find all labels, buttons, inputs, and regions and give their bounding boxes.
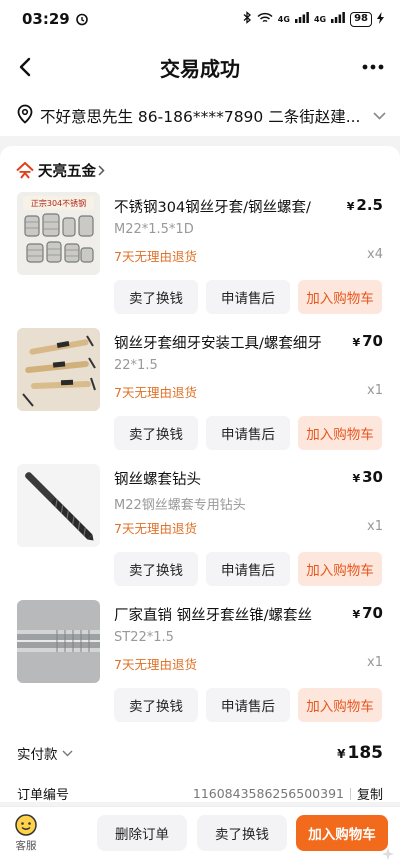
after-sale-button[interactable]: 申请售后 — [206, 280, 290, 314]
chevron-left-icon — [19, 57, 31, 77]
order-number-value: 1160843586256500391 — [192, 786, 344, 801]
product-spec: 22*1.5 — [114, 358, 158, 373]
product-spec: M22*1.5*1D — [114, 222, 194, 237]
product-title: 钢丝牙套细牙安装工具/螺套细牙 — [114, 336, 322, 352]
status-indicators: 4G 4G 98 — [243, 11, 384, 27]
product-price: ¥70 — [352, 332, 383, 350]
delivery-address[interactable]: 不好意思先生 86-186****7890 二条街赵建... — [0, 96, 400, 136]
product-thumbnail[interactable] — [17, 600, 100, 683]
nav-bar: 交易成功 — [0, 38, 400, 96]
product-price-value: 2.5 — [356, 196, 383, 214]
charging-icon — [377, 11, 384, 27]
status-time: 03:29 — [22, 10, 70, 28]
payment-summary[interactable]: 实付款 ¥185 — [17, 743, 383, 763]
chevron-down-icon — [373, 112, 386, 120]
more-dots-icon — [362, 64, 384, 70]
copy-button[interactable]: 复制 — [357, 784, 383, 803]
product-price: ¥70 — [352, 604, 383, 622]
product-quantity: x4 — [367, 247, 383, 262]
customer-service-label: 客服 — [15, 840, 37, 852]
product-thumbnail[interactable] — [17, 328, 100, 411]
chevron-right-icon — [98, 165, 105, 176]
product-item[interactable]: 钢丝螺套钻头 ¥30 M22钢丝螺套专用钻头 7天无理由退货 x1 卖了换钱 申… — [0, 464, 400, 600]
product-item[interactable]: 正宗304不锈钢 不锈钢304钢丝牙套/钢丝螺套/ ¥ 2.5 M22*1.5*… — [0, 192, 400, 328]
thumb-banner-text: 正宗304不锈钢 — [31, 198, 86, 208]
shop-logo-icon — [16, 161, 34, 180]
alarm-icon — [75, 12, 89, 26]
customer-service-icon — [15, 814, 37, 836]
product-price-value: 70 — [362, 604, 383, 622]
currency-symbol: ¥ — [352, 472, 361, 485]
currency-symbol: ¥ — [346, 200, 355, 213]
currency-symbol: ¥ — [337, 747, 346, 761]
shop-header[interactable]: 天亮五金 — [16, 160, 105, 181]
product-actions: 卖了换钱 申请售后 加入购物车 — [114, 416, 382, 450]
product-price-value: 30 — [362, 468, 383, 486]
product-spec: ST22*1.5 — [114, 630, 174, 645]
paid-amount-value: 185 — [347, 743, 384, 763]
paid-label: 实付款 — [17, 747, 58, 763]
product-price-value: 70 — [362, 332, 383, 350]
network-type-label-2: 4G — [313, 14, 327, 24]
wifi-icon — [257, 12, 273, 27]
product-thumbnail[interactable]: 正宗304不锈钢 — [17, 192, 100, 275]
add-to-cart-button[interactable]: 加入购物车 — [298, 280, 382, 314]
sell-button[interactable]: 卖了换钱 — [114, 280, 198, 314]
sparkle-icon — [382, 848, 394, 860]
product-quantity: x1 — [367, 383, 383, 398]
product-actions: 卖了换钱 申请售后 加入购物车 — [114, 552, 382, 586]
status-bar: 03:29 4G 4G 98 — [0, 0, 400, 38]
customer-service-button[interactable]: 客服 — [10, 813, 42, 853]
location-pin-icon — [16, 104, 34, 128]
order-card: 天亮五金 正宗304不锈钢 不锈钢304钢丝牙套/钢丝螺套/ ¥ 2.5 M22… — [0, 146, 400, 803]
product-title: 不锈钢304钢丝牙套/钢丝螺套/ — [114, 200, 311, 216]
network-type-label: 4G — [277, 14, 290, 24]
add-to-cart-button[interactable]: 加入购物车 — [298, 688, 382, 722]
product-item[interactable]: 钢丝牙套细牙安装工具/螺套细牙 ¥70 22*1.5 7天无理由退货 x1 卖了… — [0, 328, 400, 464]
chevron-down-icon — [62, 750, 73, 757]
product-thumbnail[interactable] — [17, 464, 100, 547]
battery-indicator: 98 — [350, 11, 372, 27]
return-policy-label: 7天无理由退货 — [114, 385, 197, 400]
signal-icon — [294, 12, 309, 26]
sell-button[interactable]: 卖了换钱 — [114, 552, 198, 586]
signal-icon-2 — [331, 12, 345, 26]
add-to-cart-button[interactable]: 加入购物车 — [296, 815, 388, 851]
after-sale-button[interactable]: 申请售后 — [206, 552, 290, 586]
product-quantity: x1 — [367, 655, 383, 670]
bluetooth-icon — [243, 11, 252, 27]
product-title: 厂家直销 钢丝牙套丝锥/螺套丝 — [114, 608, 312, 624]
back-button[interactable] — [10, 52, 40, 82]
product-title: 钢丝螺套钻头 — [114, 472, 201, 488]
currency-symbol: ¥ — [352, 608, 361, 621]
currency-symbol: ¥ — [352, 336, 361, 349]
product-price: ¥2.5 — [347, 196, 383, 214]
return-policy-label: 7天无理由退货 — [114, 521, 197, 536]
page-title: 交易成功 — [160, 56, 240, 81]
product-actions: 卖了换钱 申请售后 加入购物车 — [114, 280, 382, 314]
sell-button[interactable]: 卖了换钱 — [114, 416, 198, 450]
after-sale-button[interactable]: 申请售后 — [206, 416, 290, 450]
product-item[interactable]: 厂家直销 钢丝牙套丝锥/螺套丝 ¥70 ST22*1.5 7天无理由退货 x1 … — [0, 600, 400, 736]
return-policy-label: 7天无理由退货 — [114, 657, 197, 672]
product-price: ¥30 — [352, 468, 383, 486]
return-policy-label: 7天无理由退货 — [114, 249, 197, 264]
product-quantity: x1 — [367, 519, 383, 534]
after-sale-button[interactable]: 申请售后 — [206, 688, 290, 722]
order-number-label: 订单编号 — [17, 788, 70, 803]
sell-button[interactable]: 卖了换钱 — [114, 688, 198, 722]
more-button[interactable] — [358, 52, 388, 82]
bottom-action-bar: 客服 删除订单 卖了换钱 加入购物车 — [0, 806, 400, 866]
address-text: 不好意思先生 86-186****7890 二条街赵建... — [40, 108, 361, 126]
product-spec: M22钢丝螺套专用钻头 — [114, 498, 246, 513]
delete-order-button[interactable]: 删除订单 — [97, 815, 187, 851]
add-to-cart-button[interactable]: 加入购物车 — [298, 416, 382, 450]
product-actions: 卖了换钱 申请售后 加入购物车 — [114, 688, 382, 722]
order-number-row: 订单编号 1160843586256500391 复制 — [17, 784, 383, 803]
paid-amount: ¥185 — [337, 743, 383, 763]
sell-button[interactable]: 卖了换钱 — [197, 815, 287, 851]
shop-name: 天亮五金 — [38, 164, 96, 180]
add-to-cart-button[interactable]: 加入购物车 — [298, 552, 382, 586]
divider — [349, 787, 351, 800]
